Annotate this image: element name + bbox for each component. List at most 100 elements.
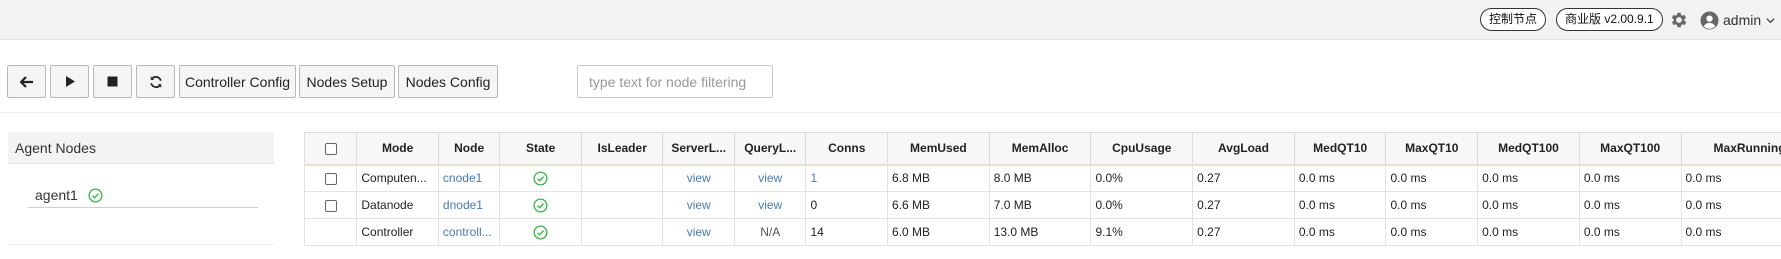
cpuusage-cell: 0.0%: [1090, 164, 1194, 192]
server-log-link[interactable]: view: [662, 218, 735, 246]
column-header-maxqt10[interactable]: MaxQT10: [1385, 132, 1479, 166]
column-header-conns[interactable]: Conns: [805, 132, 889, 166]
maxrunningq-cell: 0.0 ms: [1680, 191, 1781, 219]
medqt10-cell: 0.0 ms: [1293, 218, 1387, 246]
chevron-down-icon: [1766, 17, 1775, 23]
nodes-table: Mode Node State IsLeader ServerL... Quer…: [304, 132, 1781, 246]
node-link[interactable]: dnode1: [437, 191, 501, 219]
conns-cell[interactable]: 1: [805, 164, 889, 192]
row-checkbox[interactable]: [324, 199, 337, 212]
maxqt10-cell: 0.0 ms: [1385, 218, 1479, 246]
avgload-cell: 0.27: [1192, 218, 1295, 246]
maxqt100-cell: 0.0 ms: [1578, 218, 1682, 246]
memalloc-cell: 13.0 MB: [988, 218, 1092, 246]
start-button[interactable]: [50, 65, 89, 98]
check-circle-icon: [533, 171, 548, 186]
mode-cell: Datanode: [356, 191, 439, 219]
memalloc-cell: 8.0 MB: [988, 164, 1092, 192]
node-link[interactable]: cnode1: [437, 164, 501, 192]
column-header-maxrunningq[interactable]: MaxRunningQ: [1680, 132, 1781, 166]
isleader-cell: [580, 164, 664, 192]
column-header-memalloc[interactable]: MemAlloc: [988, 132, 1092, 166]
nodes-config-button[interactable]: Nodes Config: [398, 65, 498, 98]
nodes-setup-button[interactable]: Nodes Setup: [299, 65, 395, 98]
nodes-table-container: Mode Node State IsLeader ServerL... Quer…: [304, 132, 1781, 259]
row-select-cell: [304, 218, 358, 246]
check-circle-icon: [88, 187, 103, 203]
query-log-cell: N/A: [733, 218, 807, 246]
state-cell: [499, 218, 582, 246]
user-menu[interactable]: admin: [1700, 9, 1776, 31]
column-header-node[interactable]: Node: [437, 132, 501, 166]
column-header-cpuusage[interactable]: CpuUsage: [1090, 132, 1194, 166]
server-log-link[interactable]: view: [662, 191, 735, 219]
refresh-icon: [149, 75, 162, 88]
stop-icon: [107, 76, 118, 87]
column-header-querylog[interactable]: QueryL...: [733, 132, 807, 166]
version-badge[interactable]: 商业版 v2.00.9.1: [1556, 8, 1663, 31]
memused-cell: 6.8 MB: [887, 164, 990, 192]
toolbar-divider: [0, 112, 1781, 113]
medqt10-cell: 0.0 ms: [1293, 191, 1387, 219]
agent-item[interactable]: agent1: [28, 183, 258, 208]
table-row[interactable]: Computen... cnode1 view view 1 6.8 MB 8.…: [304, 164, 1781, 192]
column-header-serverlog[interactable]: ServerL...: [662, 132, 735, 166]
state-cell: [499, 164, 582, 192]
cpuusage-cell: 9.1%: [1090, 218, 1194, 246]
back-button[interactable]: [7, 65, 46, 98]
refresh-button[interactable]: [136, 65, 175, 98]
arrow-left-icon: [19, 75, 33, 88]
maxqt100-cell: 0.0 ms: [1578, 191, 1682, 219]
maxqt10-cell: 0.0 ms: [1385, 191, 1479, 219]
column-header-medqt10[interactable]: MedQT10: [1293, 132, 1387, 166]
avgload-cell: 0.27: [1192, 191, 1295, 219]
conns-cell: 14: [805, 218, 889, 246]
controller-config-button[interactable]: Controller Config: [179, 65, 296, 98]
play-icon: [65, 76, 75, 87]
check-circle-icon: [533, 225, 548, 240]
column-header-maxqt100[interactable]: MaxQT100: [1578, 132, 1682, 166]
column-header-memused[interactable]: MemUsed: [887, 132, 990, 166]
maxqt100-cell: 0.0 ms: [1578, 164, 1682, 192]
column-header-mode[interactable]: Mode: [356, 132, 439, 166]
row-checkbox[interactable]: [324, 173, 337, 186]
stop-button[interactable]: [93, 65, 132, 98]
medqt100-cell: 0.0 ms: [1477, 191, 1580, 219]
conns-cell: 0: [805, 191, 889, 219]
maxrunningq-cell: 0.0 ms: [1680, 218, 1781, 246]
node-filter-input[interactable]: [577, 65, 773, 98]
isleader-cell: [580, 191, 664, 219]
column-header-avgload[interactable]: AvgLoad: [1192, 132, 1295, 166]
select-all-header: [304, 132, 358, 166]
maxrunningq-cell: 0.0 ms: [1680, 164, 1781, 192]
control-node-button[interactable]: 控制节点: [1480, 8, 1547, 31]
select-all-checkbox[interactable]: [324, 143, 337, 156]
agent-panel-divider: [8, 244, 274, 245]
query-log-link[interactable]: view: [733, 191, 807, 219]
mode-cell: Controller: [356, 218, 439, 246]
row-select-cell: [304, 191, 358, 219]
row-select-cell: [304, 164, 358, 192]
state-cell: [499, 191, 582, 219]
column-header-medqt100[interactable]: MedQT100: [1477, 132, 1580, 166]
medqt100-cell: 0.0 ms: [1477, 164, 1580, 192]
table-row[interactable]: Controller controll... view N/A 14 6.0 M…: [304, 218, 1781, 246]
cpuusage-cell: 0.0%: [1090, 191, 1194, 219]
medqt10-cell: 0.0 ms: [1293, 164, 1387, 192]
server-log-link[interactable]: view: [662, 164, 735, 192]
table-row[interactable]: Datanode dnode1 view view 0 6.6 MB 7.0 M…: [304, 191, 1781, 219]
agent-nodes-panel: Agent Nodes agent1: [8, 132, 274, 246]
avgload-cell: 0.27: [1192, 164, 1295, 192]
node-link[interactable]: controll...: [437, 218, 501, 246]
column-header-state[interactable]: State: [499, 132, 582, 166]
query-log-link[interactable]: view: [733, 164, 807, 192]
user-circle-icon: [1700, 10, 1719, 30]
column-header-isleader[interactable]: IsLeader: [580, 132, 664, 166]
memused-cell: 6.6 MB: [887, 191, 990, 219]
table-header-row: Mode Node State IsLeader ServerL... Quer…: [304, 132, 1781, 166]
top-bar: 控制节点 商业版 v2.00.9.1 admin: [0, 0, 1781, 40]
memused-cell: 6.0 MB: [887, 218, 990, 246]
memalloc-cell: 7.0 MB: [988, 191, 1092, 219]
gear-icon[interactable]: [1669, 10, 1689, 30]
check-circle-icon: [533, 198, 548, 213]
